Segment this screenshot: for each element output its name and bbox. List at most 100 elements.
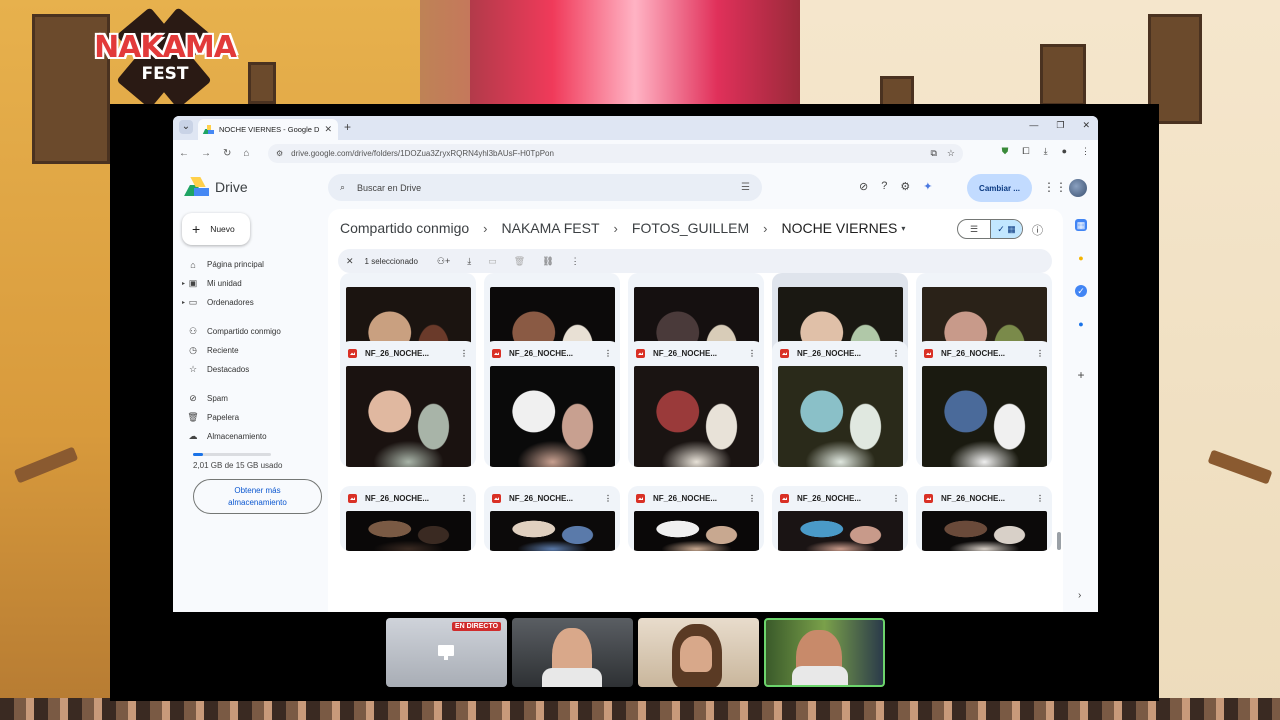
- download-icon[interactable]: ⤓: [467, 256, 471, 267]
- file-more-actions-icon[interactable]: ⋮: [1036, 349, 1044, 358]
- calendar-icon[interactable]: ▦: [1075, 219, 1087, 231]
- avatar[interactable]: [1069, 179, 1087, 197]
- sidebar-item-recent[interactable]: ◷ Reciente: [187, 341, 327, 360]
- get-more-storage-button[interactable]: Obtener más almacenamiento: [193, 479, 322, 514]
- browser-menu-icon[interactable]: ⋮: [1081, 146, 1090, 157]
- switch-account-button[interactable]: Cambiar ...: [967, 174, 1032, 202]
- forward-icon[interactable]: →: [201, 148, 211, 159]
- back-icon[interactable]: ←: [179, 148, 189, 159]
- tab-search-icon[interactable]: ⌄: [179, 120, 193, 134]
- extensions-puzzle-icon[interactable]: ⧠: [1022, 146, 1029, 157]
- sidebar-item-my-drive[interactable]: ▸ ▣ Mi unidad: [182, 274, 327, 293]
- keep-icon[interactable]: ●: [1075, 252, 1087, 264]
- breadcrumb-item[interactable]: NAKAMA FEST: [502, 220, 600, 236]
- photo-thumbnail[interactable]: [778, 511, 903, 551]
- new-button[interactable]: + Nuevo: [182, 213, 250, 245]
- trash-icon: 🗑: [187, 412, 199, 422]
- file-more-actions-icon[interactable]: ⋮: [748, 494, 756, 503]
- tasks-icon[interactable]: ✓: [1075, 285, 1087, 297]
- reload-icon[interactable]: ↻: [223, 148, 231, 159]
- url-input[interactable]: ⚙ drive.google.com/drive/folders/1DOZua3…: [268, 144, 963, 163]
- file-card[interactable]: NF_26_NOCHE... ⋮: [628, 341, 764, 467]
- photo-thumbnail[interactable]: [634, 511, 759, 551]
- file-more-actions-icon[interactable]: ⋮: [604, 349, 612, 358]
- sidebar-item-home[interactable]: ⌂ Página principal: [187, 255, 327, 274]
- sidebar-item-spam[interactable]: ⊘ Spam: [187, 389, 327, 408]
- photo-thumbnail[interactable]: [778, 366, 903, 467]
- file-more-actions-icon[interactable]: ⋮: [892, 349, 900, 358]
- file-more-actions-icon[interactable]: ⋮: [604, 494, 612, 503]
- tab-noche-viernes[interactable]: NOCHE VIERNES - Google Drive ✕: [198, 119, 338, 140]
- delete-icon[interactable]: 🗑: [514, 256, 525, 267]
- breadcrumb-item[interactable]: Compartido conmigo: [340, 220, 469, 236]
- expand-caret-icon[interactable]: ▸: [182, 280, 185, 287]
- sidebar-item-shared[interactable]: ⚇ Compartido conmigo: [187, 322, 327, 341]
- clear-selection-icon[interactable]: ✕: [346, 256, 354, 267]
- scrollbar[interactable]: [1057, 532, 1061, 550]
- file-more-actions-icon[interactable]: ⋮: [892, 494, 900, 503]
- sidebar-item-label: Destacados: [207, 365, 250, 374]
- breadcrumb-current-folder[interactable]: NOCHE VIERNES: [781, 220, 897, 236]
- share-icon[interactable]: ⚇+: [437, 256, 450, 267]
- download-icon[interactable]: ⤓: [1044, 146, 1048, 157]
- sidebar-item-computers[interactable]: ▸ ▭ Ordenadores: [182, 293, 327, 312]
- more-actions-icon[interactable]: ⋮: [571, 256, 580, 267]
- file-card[interactable]: NF_26_NOCHE... ⋮: [772, 486, 908, 551]
- photo-thumbnail[interactable]: [346, 511, 471, 551]
- close-window-icon[interactable]: ✕: [1082, 120, 1090, 131]
- breadcrumb-item[interactable]: FOTOS_GUILLEM: [632, 220, 749, 236]
- file-card[interactable]: NF_26_NOCHE... ⋮: [484, 341, 620, 467]
- image-file-icon: [492, 494, 501, 503]
- add-addon-icon[interactable]: +: [1075, 369, 1087, 381]
- file-more-actions-icon[interactable]: ⋮: [460, 349, 468, 358]
- contacts-icon[interactable]: ●: [1075, 318, 1087, 330]
- file-more-actions-icon[interactable]: ⋮: [460, 494, 468, 503]
- details-info-icon[interactable]: ⓘ: [1032, 222, 1043, 238]
- copy-link-icon[interactable]: ⛓: [542, 256, 553, 267]
- folder-menu-caret-icon[interactable]: ▾: [901, 224, 905, 233]
- profile-icon[interactable]: ●: [1062, 146, 1067, 157]
- file-card[interactable]: NF_26_NOCHE... ⋮: [916, 486, 1052, 551]
- cloud-icon: ☁: [188, 431, 198, 441]
- file-card[interactable]: NF_26_NOCHE... ⋮: [484, 486, 620, 551]
- file-card[interactable]: NF_26_NOCHE... ⋮: [628, 486, 764, 551]
- search-icon[interactable]: ⌕: [340, 182, 345, 193]
- drive-logo-text: Drive: [215, 178, 248, 195]
- sidebar-item-trash[interactable]: 🗑 Papelera: [187, 408, 327, 427]
- site-info-icon[interactable]: ⚙: [276, 149, 283, 158]
- photo-thumbnail[interactable]: [634, 366, 759, 467]
- file-more-actions-icon[interactable]: ⋮: [748, 349, 756, 358]
- extension-shield-icon[interactable]: ⛊: [1002, 146, 1009, 157]
- file-card[interactable]: NF_26_NOCHE... ⋮: [772, 341, 908, 467]
- search-input[interactable]: ⌕ Buscar en Drive ☰: [328, 174, 762, 201]
- help-icon[interactable]: ?: [881, 180, 887, 193]
- expand-caret-icon[interactable]: ▸: [182, 299, 185, 306]
- home-icon[interactable]: ⌂: [243, 148, 249, 159]
- photo-thumbnail[interactable]: [922, 366, 1047, 467]
- search-options-icon[interactable]: ☰: [741, 182, 750, 193]
- file-card[interactable]: NF_26_NOCHE... ⋮: [916, 341, 1052, 467]
- maximize-icon[interactable]: ❐: [1056, 120, 1064, 131]
- photo-thumbnail[interactable]: [490, 511, 615, 551]
- file-card[interactable]: NF_26_NOCHE... ⋮: [340, 486, 476, 551]
- drive-logo[interactable]: Drive: [184, 177, 248, 196]
- new-tab-icon[interactable]: +: [344, 120, 351, 134]
- install-app-icon[interactable]: ⧉: [930, 148, 936, 159]
- sidebar-item-storage[interactable]: ☁ Almacenamiento: [187, 427, 327, 446]
- file-more-actions-icon[interactable]: ⋮: [1036, 494, 1044, 503]
- photo-thumbnail[interactable]: [490, 366, 615, 467]
- settings-gear-icon[interactable]: ⚙: [900, 180, 910, 193]
- photo-thumbnail[interactable]: [346, 366, 471, 467]
- move-icon[interactable]: ▭: [488, 256, 497, 267]
- bookmark-star-icon[interactable]: ☆: [947, 148, 955, 159]
- file-card[interactable]: NF_26_NOCHE... ⋮: [340, 341, 476, 467]
- sidebar-item-starred[interactable]: ☆ Destacados: [187, 360, 327, 379]
- offline-status-icon[interactable]: ⊘: [859, 180, 868, 193]
- tab-close-icon[interactable]: ✕: [324, 124, 332, 135]
- grid-view-button[interactable]: ✓ ▦: [989, 220, 1022, 238]
- hide-side-panel-icon[interactable]: ›: [1078, 590, 1081, 601]
- list-view-button[interactable]: ☰: [958, 220, 990, 238]
- gemini-sparkle-icon[interactable]: ✦: [923, 180, 932, 193]
- photo-thumbnail[interactable]: [922, 511, 1047, 551]
- minimize-icon[interactable]: —: [1029, 120, 1038, 131]
